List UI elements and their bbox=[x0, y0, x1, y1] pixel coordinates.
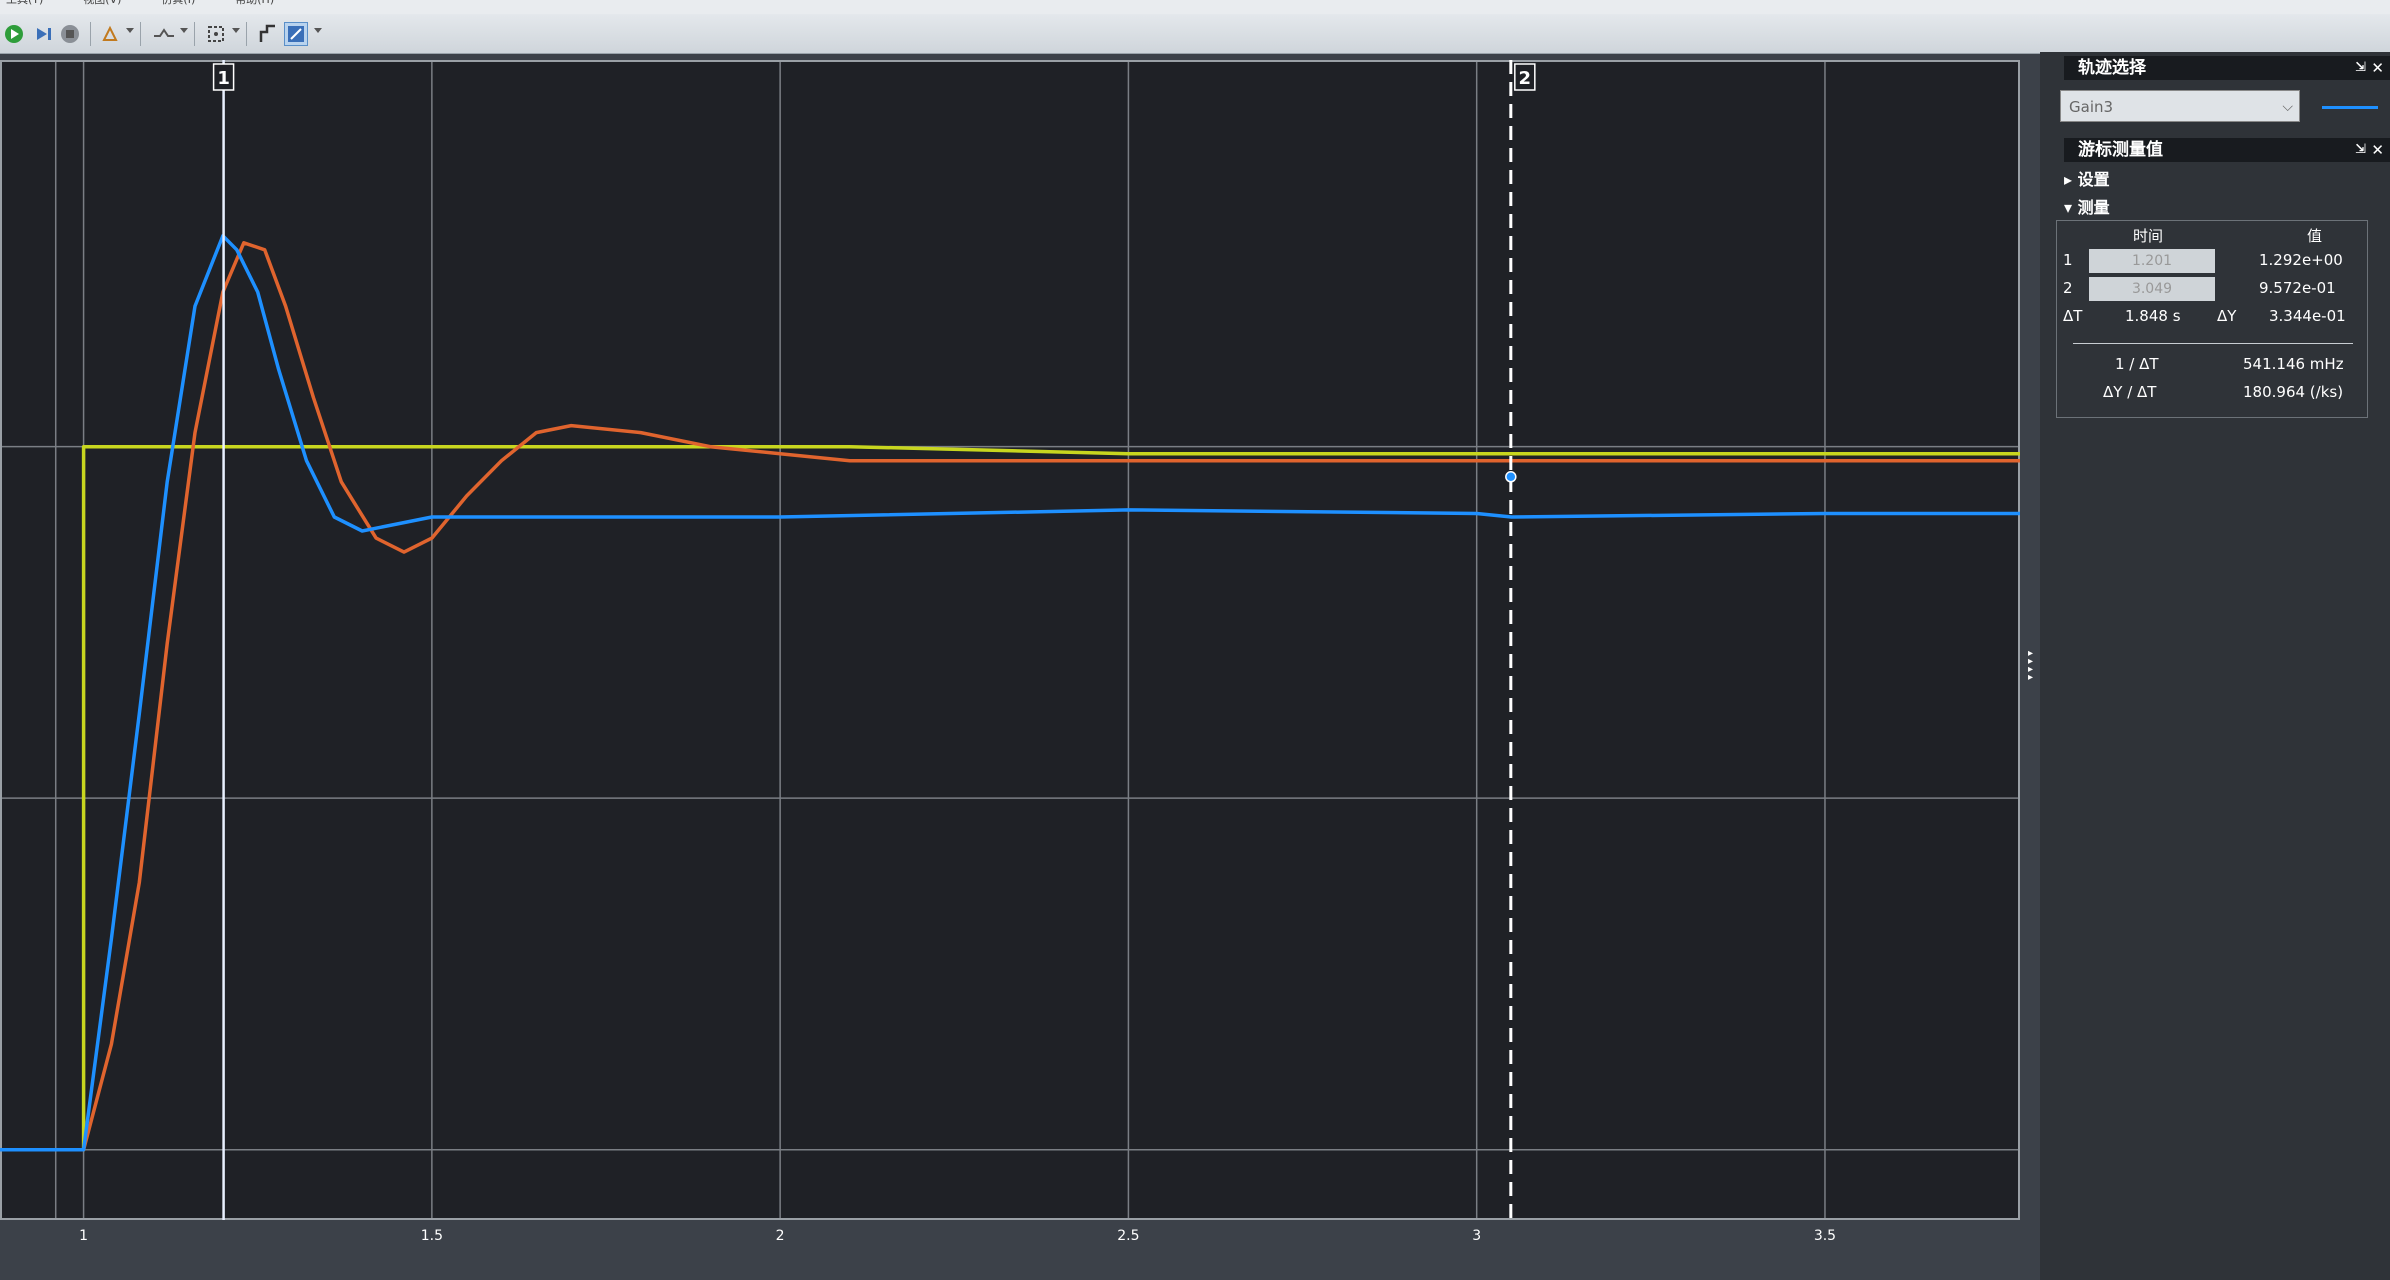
zoom-fit-button[interactable] bbox=[204, 22, 228, 46]
panel-title: 轨迹选择 bbox=[2078, 58, 2146, 78]
cursor-row-label: 2 bbox=[2063, 279, 2073, 297]
slope-label: ΔY / ΔT bbox=[2103, 383, 2157, 401]
signal-select[interactable]: Gain3 ⌵ bbox=[2060, 90, 2300, 122]
cursor-1-label: 1 bbox=[217, 68, 230, 89]
highlight-button[interactable] bbox=[98, 22, 122, 46]
signal-select-value: Gain3 bbox=[2069, 98, 2114, 116]
cursor1-time-input[interactable]: 1.201 bbox=[2089, 249, 2215, 273]
cursor2-time-input[interactable]: 3.049 bbox=[2089, 277, 2215, 301]
chevron-down-icon: ⌵ bbox=[2282, 99, 2293, 115]
close-icon[interactable]: ✕ bbox=[2371, 56, 2384, 80]
column-header: 值 bbox=[2307, 227, 2323, 245]
cursor-icon bbox=[259, 24, 275, 42]
collapse-panel-handle[interactable]: ▸ ▸ ▸ ▸ bbox=[2028, 649, 2033, 683]
toolbar-separator bbox=[246, 22, 247, 46]
measurements-section[interactable]: ▾ 测量 bbox=[2064, 194, 2110, 218]
step-forward-icon bbox=[37, 28, 51, 40]
delta-t-value: 1.848 s bbox=[2125, 307, 2181, 325]
signal-selection-header: 轨迹选择 ⇲ ✕ bbox=[2064, 56, 2390, 80]
run-button[interactable] bbox=[2, 22, 26, 46]
collapse-icon: ▾ bbox=[2064, 198, 2078, 217]
x-tick-label: 3.5 bbox=[1814, 1228, 1836, 1244]
slope-value: 180.964 (/ks) bbox=[2243, 383, 2344, 401]
menu-item-help[interactable]: 帮助(H) bbox=[235, 0, 274, 8]
pin-icon[interactable]: ⇲ bbox=[2355, 56, 2366, 80]
toolbar-separator bbox=[140, 22, 141, 46]
x-tick-label: 1 bbox=[79, 1228, 88, 1244]
panel-title: 游标测量值 bbox=[2078, 140, 2163, 160]
cursor-measurements-header: 游标测量值 ⇲ ✕ bbox=[2064, 138, 2390, 162]
cursor1-value: 1.292e+00 bbox=[2259, 251, 2343, 269]
x-tick-label: 1.5 bbox=[421, 1228, 443, 1244]
style-button[interactable] bbox=[284, 22, 308, 46]
menu-item-view[interactable]: 视图(V) bbox=[83, 0, 121, 8]
plot-background bbox=[0, 60, 2020, 1220]
divider bbox=[2073, 343, 2353, 344]
inverse-delta-t-value: 541.146 mHz bbox=[2243, 355, 2344, 373]
triggers-button[interactable] bbox=[152, 22, 176, 46]
signal-line-swatch bbox=[2322, 106, 2378, 109]
chevron-down-icon[interactable] bbox=[180, 28, 188, 33]
play-icon bbox=[5, 25, 23, 43]
close-icon[interactable]: ✕ bbox=[2371, 138, 2384, 162]
toolbar bbox=[0, 14, 2390, 54]
delta-t-label: ΔT bbox=[2063, 307, 2083, 325]
delta-y-value: 3.344e-01 bbox=[2269, 307, 2346, 325]
x-tick-label: 2.5 bbox=[1117, 1228, 1139, 1244]
cursor-measurements-button[interactable] bbox=[256, 22, 280, 46]
menu-item-simulation[interactable]: 仿真(I) bbox=[161, 0, 195, 8]
column-header: 时间 bbox=[2133, 227, 2164, 245]
pen-icon bbox=[288, 26, 304, 42]
step-forward-button[interactable] bbox=[32, 22, 56, 46]
delta-y-label: ΔY bbox=[2217, 307, 2237, 325]
toolbar-separator bbox=[90, 22, 91, 46]
trigger-icon bbox=[154, 28, 174, 37]
inverse-delta-t-label: 1 / ΔT bbox=[2115, 355, 2159, 373]
right-panel: 轨迹选择 ⇲ ✕ Gain3 ⌵ 游标测量值 ⇲ ✕ ▸ 设置 ▾ 测量 时间 … bbox=[2040, 52, 2390, 1280]
cursor2-value: 9.572e-01 bbox=[2259, 279, 2336, 297]
cursor-2-label: 2 bbox=[1519, 68, 1532, 89]
stop-button[interactable] bbox=[58, 22, 82, 46]
scope-plot[interactable]: 1 2 1 1.5 2 2.5 3 3.5 bbox=[0, 60, 2020, 1260]
chevron-down-icon[interactable] bbox=[232, 28, 240, 33]
chevron-down-icon[interactable] bbox=[314, 28, 322, 33]
section-label: 设置 bbox=[2077, 170, 2110, 189]
x-tick-label: 2 bbox=[776, 1228, 785, 1244]
menu-bar: 工具(T) 视图(V) 仿真(I) 帮助(H) bbox=[0, 0, 2390, 14]
plot-canvas[interactable]: 1 2 1 1.5 2 2.5 3 3.5 bbox=[0, 60, 2020, 1260]
menu-item-tools[interactable]: 工具(T) bbox=[6, 0, 43, 8]
stop-icon bbox=[61, 25, 79, 43]
settings-section[interactable]: ▸ 设置 bbox=[2064, 166, 2110, 190]
toolbar-separator bbox=[194, 22, 195, 46]
cursor-2-marker bbox=[1505, 471, 1517, 483]
measurement-table: 时间 值 1 1.201 1.292e+00 2 3.049 9.572e-01… bbox=[2056, 220, 2368, 418]
cursor-row-label: 1 bbox=[2063, 251, 2073, 269]
section-label: 测量 bbox=[2077, 198, 2110, 217]
chevron-down-icon[interactable] bbox=[126, 28, 134, 33]
highlight-icon bbox=[102, 25, 118, 41]
fit-to-view-icon bbox=[208, 26, 224, 42]
expand-icon: ▸ bbox=[2064, 170, 2078, 189]
x-tick-label: 3 bbox=[1472, 1228, 1481, 1244]
pin-icon[interactable]: ⇲ bbox=[2355, 138, 2366, 162]
